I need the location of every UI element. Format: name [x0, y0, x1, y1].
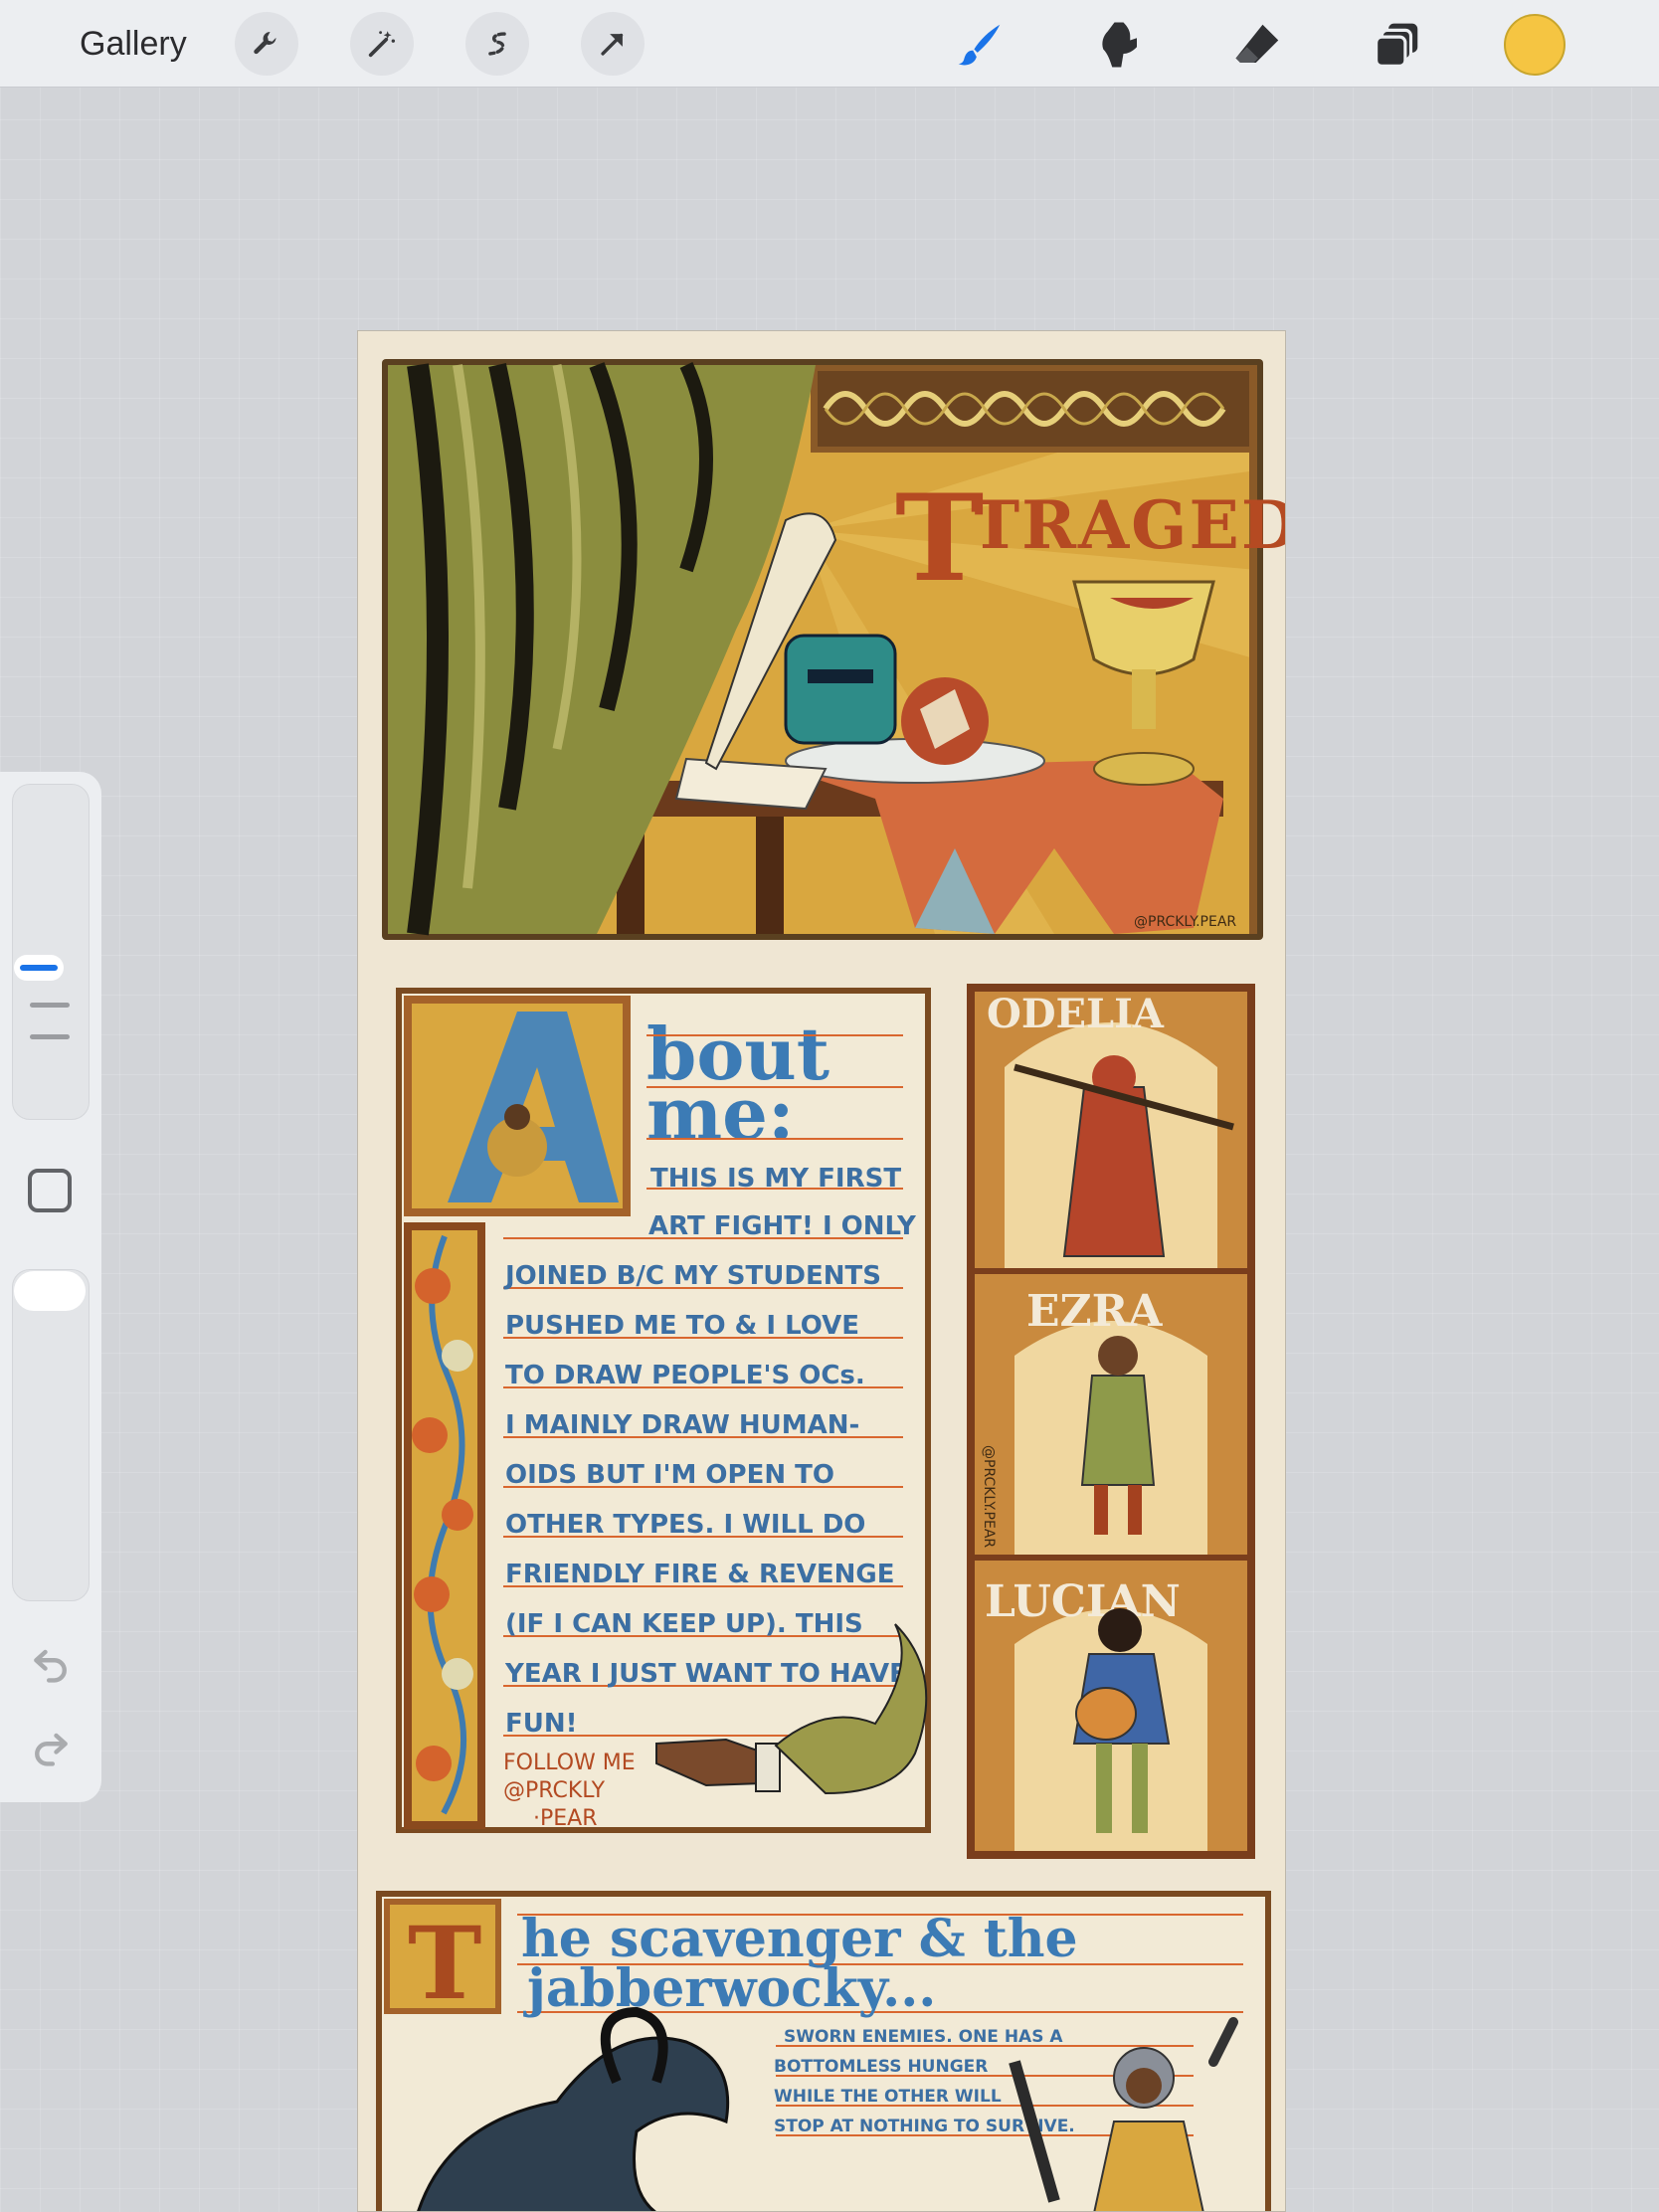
wrench-icon[interactable]: [235, 12, 298, 76]
character-name-odelia: ODELIA: [987, 991, 1165, 1037]
brush-icon[interactable]: [949, 14, 1011, 76]
eraser-icon[interactable]: [1227, 14, 1289, 76]
about-heading-line2: me:: [646, 1071, 795, 1156]
about-text-line: FUN!: [505, 1709, 578, 1739]
scavenger-title-line2: jabberwocky...: [523, 1958, 936, 2019]
about-text-line: ART FIGHT! I ONLY: [648, 1211, 917, 1241]
tragedy-title: TRAGEDY: [971, 486, 1286, 564]
color-swatch[interactable]: [1504, 14, 1566, 76]
about-text-line: PUSHED ME TO & I LOVE: [505, 1311, 859, 1341]
redo-icon[interactable]: [28, 1725, 74, 1768]
about-text-line: THIS IS MY FIRST: [650, 1164, 901, 1194]
character-name-lucian: LUCIAN: [985, 1576, 1181, 1627]
artwork: T TRAGEDY @PRCKLY.PEAR: [358, 331, 1286, 2211]
brush-opacity-slider[interactable]: [12, 1269, 90, 1601]
selection-icon[interactable]: [465, 12, 529, 76]
ezra-signature: @PRCKLY.PEAR: [981, 1445, 997, 1548]
size-tick: [30, 1034, 70, 1039]
about-text-line: JOINED B/C MY STUDENTS: [503, 1261, 881, 1291]
top-toolbar: Gallery: [0, 0, 1659, 88]
character-strip: ODELIA EZRA @PRCKLY.PEAR LUCIAN: [967, 984, 1255, 1859]
magic-wand-icon[interactable]: [350, 12, 414, 76]
about-text-line: TO DRAW PEOPLE'S OCs.: [505, 1361, 865, 1390]
tragedy-signature: @PRCKLY.PEAR: [1134, 914, 1236, 930]
about-text-line: FRIENDLY FIRE & REVENGE: [505, 1560, 894, 1589]
tragedy-panel: T TRAGEDY @PRCKLY.PEAR: [382, 359, 1286, 940]
drawing-canvas[interactable]: T TRAGEDY @PRCKLY.PEAR: [357, 330, 1286, 2212]
scavenger-caption-line: BOTTOMLESS HUNGER: [774, 2057, 988, 2077]
about-me-panel: bout me: THIS IS MY FIRST ART FIGHT! I O…: [396, 988, 931, 1833]
brush-size-indicator: [20, 965, 58, 971]
follow-line: @PRCKLY: [503, 1778, 606, 1803]
scavenger-caption-line: WHILE THE OTHER WILL: [774, 2087, 1002, 2107]
smudge-icon[interactable]: [1088, 14, 1150, 76]
about-text-line: OTHER TYPES. I WILL DO: [505, 1510, 865, 1540]
about-text-line: I MAINLY DRAW HUMAN-: [505, 1410, 859, 1440]
follow-line: FOLLOW ME: [503, 1751, 636, 1775]
scavenger-drop-cap: T: [408, 1905, 481, 2022]
brush-size-slider[interactable]: [12, 784, 90, 1120]
about-text-line: YEAR I JUST WANT TO HAVE: [504, 1659, 907, 1689]
modify-button[interactable]: [28, 1169, 72, 1212]
scavenger-caption-line: SWORN ENEMIES. ONE HAS A: [784, 2027, 1063, 2047]
transform-arrow-icon[interactable]: [581, 12, 645, 76]
brush-opacity-thumb[interactable]: [14, 1271, 86, 1311]
layers-icon[interactable]: [1367, 14, 1428, 76]
about-text-line: (IF I CAN KEEP UP). THIS: [505, 1609, 863, 1639]
size-tick: [30, 1003, 70, 1008]
scavenger-panel: T he scavenger & the jabberwocky... SWOR…: [376, 1891, 1271, 2211]
follow-line: ·PEAR: [533, 1806, 598, 1831]
about-text-line: OIDS BUT I'M OPEN TO: [505, 1460, 834, 1490]
gallery-button[interactable]: Gallery: [80, 20, 187, 68]
undo-icon[interactable]: [28, 1641, 74, 1685]
character-name-ezra: EZRA: [1026, 1286, 1163, 1337]
left-sidebar: [0, 772, 101, 1802]
